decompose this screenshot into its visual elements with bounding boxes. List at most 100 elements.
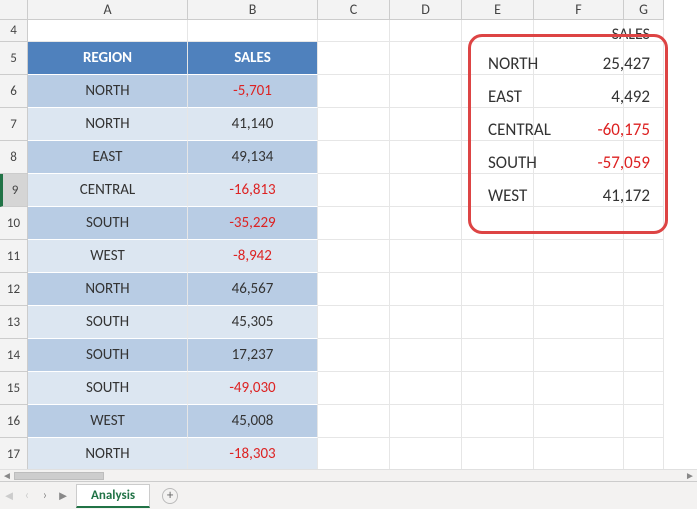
row-header-17[interactable]: 17 xyxy=(0,438,28,471)
cell[interactable] xyxy=(390,141,462,174)
table-header-sales[interactable]: SALES xyxy=(188,42,318,75)
cell-sales[interactable]: -16,813 xyxy=(188,174,318,207)
cell[interactable] xyxy=(534,306,624,339)
tab-nav-next-icon[interactable]: › xyxy=(36,488,54,503)
row-header-9[interactable]: 9 xyxy=(0,174,28,207)
cell-region[interactable]: WEST xyxy=(28,405,188,438)
tab-nav-first-icon[interactable]: ◄ xyxy=(0,488,18,504)
cell[interactable] xyxy=(534,438,624,471)
cell[interactable] xyxy=(318,405,390,438)
cell-region[interactable]: SOUTH xyxy=(28,372,188,405)
scroll-track[interactable] xyxy=(14,471,683,481)
col-header-E[interactable]: E xyxy=(462,0,534,20)
cell[interactable] xyxy=(318,339,390,372)
tab-nav-prev-icon[interactable]: ‹ xyxy=(18,488,36,503)
cell[interactable] xyxy=(534,273,624,306)
cell[interactable] xyxy=(462,405,534,438)
col-header-A[interactable]: A xyxy=(28,0,188,20)
cell[interactable] xyxy=(318,42,390,75)
row-header-10[interactable]: 10 xyxy=(0,207,28,240)
cell-region[interactable]: EAST xyxy=(28,141,188,174)
row-header-4[interactable]: 4 xyxy=(0,20,28,42)
row-header-12[interactable]: 12 xyxy=(0,273,28,306)
cell[interactable] xyxy=(624,306,664,339)
cell[interactable] xyxy=(318,438,390,471)
horizontal-scrollbar[interactable]: ◄ ► xyxy=(0,469,697,481)
cell[interactable] xyxy=(390,273,462,306)
cell[interactable] xyxy=(318,75,390,108)
row-header-14[interactable]: 14 xyxy=(0,339,28,372)
select-all-corner[interactable] xyxy=(0,0,28,20)
row-header-11[interactable]: 11 xyxy=(0,240,28,273)
row-header-8[interactable]: 8 xyxy=(0,141,28,174)
cell-sales[interactable]: -8,942 xyxy=(188,240,318,273)
cell[interactable] xyxy=(534,240,624,273)
cell[interactable] xyxy=(462,339,534,372)
cell[interactable] xyxy=(624,339,664,372)
row-header-15[interactable]: 15 xyxy=(0,372,28,405)
cell-region[interactable]: WEST xyxy=(28,240,188,273)
cell[interactable] xyxy=(462,273,534,306)
cell[interactable] xyxy=(534,339,624,372)
cell[interactable] xyxy=(462,240,534,273)
cell[interactable] xyxy=(390,207,462,240)
cell[interactable] xyxy=(534,372,624,405)
cell[interactable] xyxy=(188,20,318,42)
cell[interactable] xyxy=(318,372,390,405)
cell-sales[interactable]: 45,008 xyxy=(188,405,318,438)
cell-sales[interactable]: 49,134 xyxy=(188,141,318,174)
cell[interactable] xyxy=(390,20,462,42)
cell[interactable] xyxy=(390,75,462,108)
cell[interactable] xyxy=(390,42,462,75)
cell[interactable] xyxy=(28,20,188,42)
cell[interactable] xyxy=(318,273,390,306)
col-header-D[interactable]: D xyxy=(390,0,462,20)
cell-region[interactable]: NORTH xyxy=(28,438,188,471)
cell-sales[interactable]: 17,237 xyxy=(188,339,318,372)
add-sheet-button[interactable]: + xyxy=(162,488,178,504)
cell[interactable] xyxy=(624,240,664,273)
cell[interactable] xyxy=(318,108,390,141)
cell[interactable] xyxy=(390,240,462,273)
cell[interactable] xyxy=(390,438,462,471)
cell-region[interactable]: SOUTH xyxy=(28,306,188,339)
cell[interactable] xyxy=(318,240,390,273)
cell[interactable] xyxy=(462,438,534,471)
cell[interactable] xyxy=(318,306,390,339)
col-header-F[interactable]: F xyxy=(534,0,624,20)
cell[interactable] xyxy=(318,174,390,207)
cell[interactable] xyxy=(390,306,462,339)
cell[interactable] xyxy=(390,339,462,372)
cell[interactable] xyxy=(390,108,462,141)
cell[interactable] xyxy=(318,141,390,174)
cell-sales[interactable]: -5,701 xyxy=(188,75,318,108)
cell-region[interactable]: SOUTH xyxy=(28,339,188,372)
tab-nav-last-icon[interactable]: ► xyxy=(54,488,72,504)
cell[interactable] xyxy=(462,306,534,339)
cell[interactable] xyxy=(534,405,624,438)
row-header-16[interactable]: 16 xyxy=(0,405,28,438)
cell-sales[interactable]: 46,567 xyxy=(188,273,318,306)
cell[interactable] xyxy=(462,372,534,405)
scroll-thumb[interactable] xyxy=(14,472,104,480)
cell[interactable] xyxy=(624,405,664,438)
cell[interactable] xyxy=(318,20,390,42)
col-header-C[interactable]: C xyxy=(318,0,390,20)
cell-sales[interactable]: -18,303 xyxy=(188,438,318,471)
cell-region[interactable]: CENTRAL xyxy=(28,174,188,207)
cell-region[interactable]: NORTH xyxy=(28,273,188,306)
table-header-region[interactable]: REGION xyxy=(28,42,188,75)
cell-sales[interactable]: 41,140 xyxy=(188,108,318,141)
col-header-B[interactable]: B xyxy=(188,0,318,20)
cell-sales[interactable]: -49,030 xyxy=(188,372,318,405)
row-header-6[interactable]: 6 xyxy=(0,75,28,108)
row-header-7[interactable]: 7 xyxy=(0,108,28,141)
cell[interactable] xyxy=(624,273,664,306)
sheet-tab-analysis[interactable]: Analysis xyxy=(76,484,150,508)
cell-region[interactable]: SOUTH xyxy=(28,207,188,240)
cell[interactable] xyxy=(318,207,390,240)
cell-sales[interactable]: 45,305 xyxy=(188,306,318,339)
cell-region[interactable]: NORTH xyxy=(28,108,188,141)
cell[interactable] xyxy=(390,174,462,207)
cell[interactable] xyxy=(624,372,664,405)
